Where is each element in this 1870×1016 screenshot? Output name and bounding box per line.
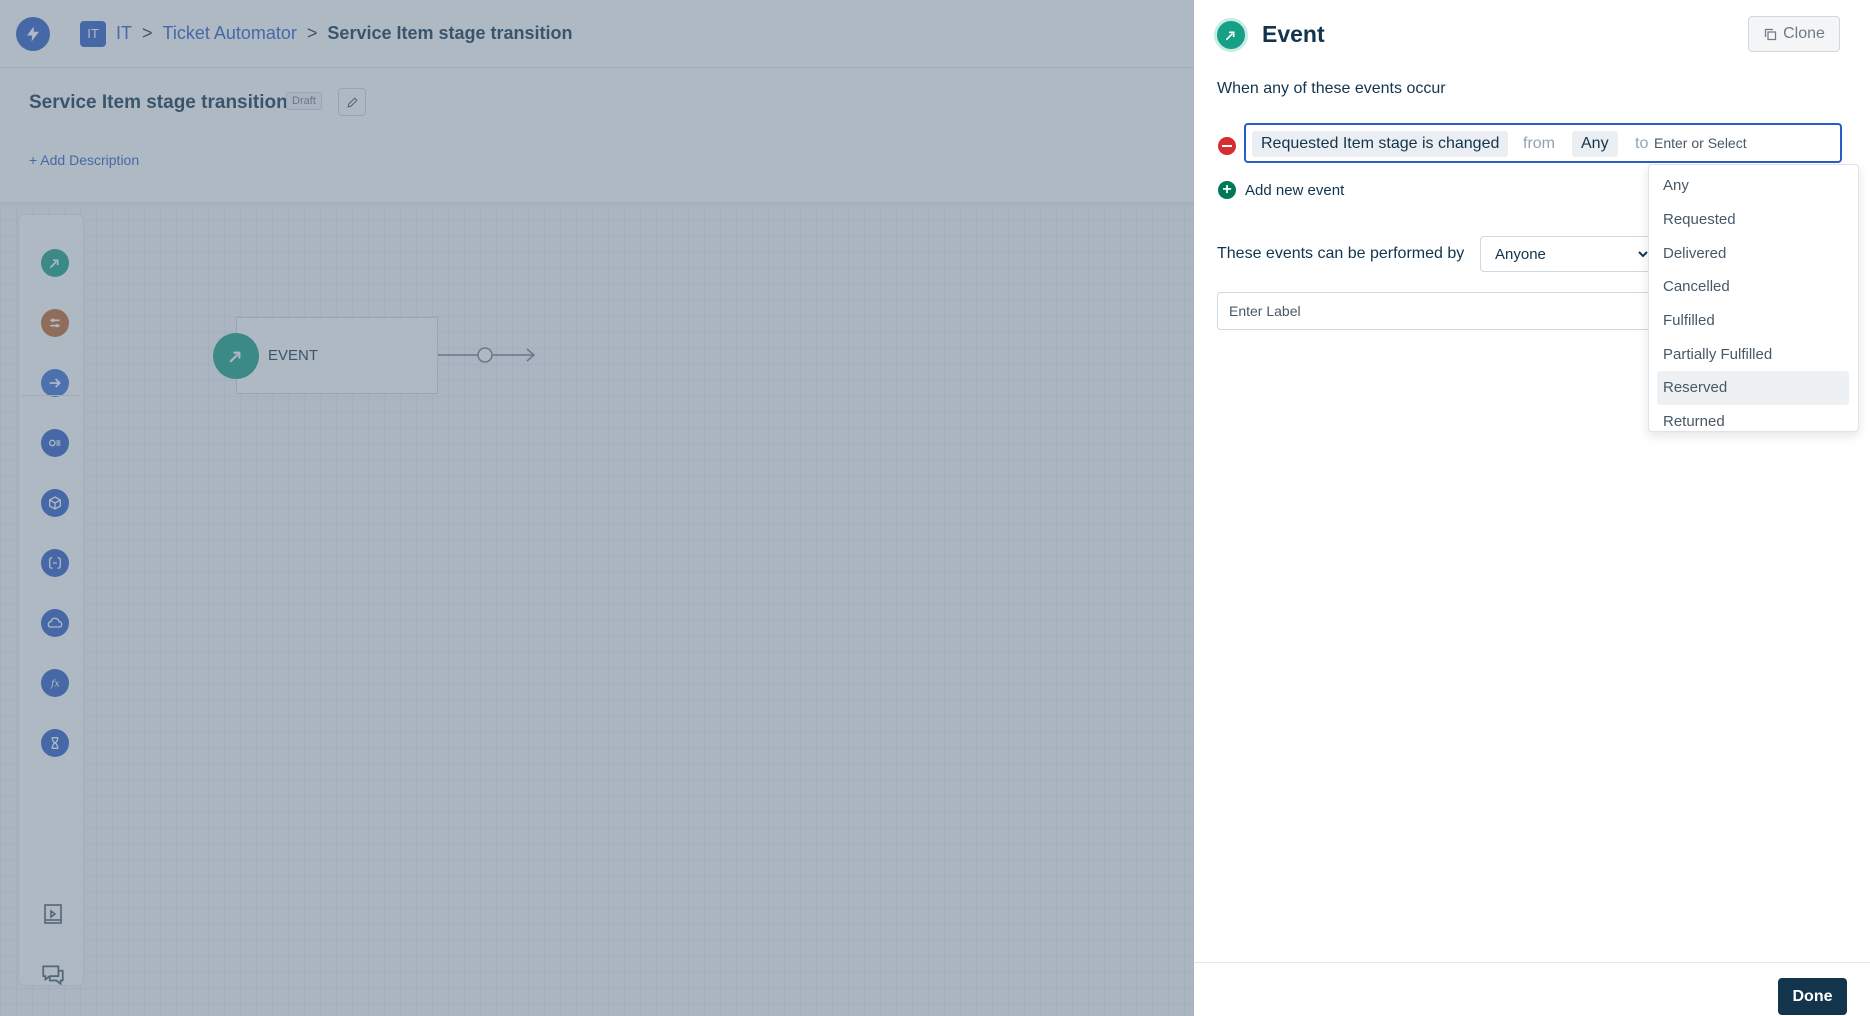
dropdown-option-reserved[interactable]: Reserved [1657, 371, 1849, 405]
workflow-editor: IT IT > Ticket Automator > Service Item … [0, 0, 1194, 1016]
toolbox-divider [22, 395, 80, 396]
done-button[interactable]: Done [1778, 978, 1847, 1015]
dropdown-option-requested[interactable]: Requested [1657, 203, 1849, 237]
dropdown-option-fulfilled[interactable]: Fulfilled [1657, 304, 1849, 338]
panel-event-icon [1214, 18, 1248, 52]
from-value-chip[interactable]: Any [1572, 131, 1618, 157]
app-logo[interactable] [16, 16, 50, 51]
breadcrumb-current: Service Item stage transition [327, 23, 573, 43]
event-icon [49, 259, 59, 269]
workspace-badge: IT [80, 20, 106, 47]
workflow-canvas[interactable] [0, 204, 1194, 1016]
chat-icon [42, 965, 64, 986]
webhook-icon [47, 617, 63, 628]
breadcrumb-workspace[interactable]: IT [116, 23, 132, 44]
webhook-node-tool[interactable] [41, 609, 69, 637]
add-description-link[interactable]: + Add Description [29, 152, 139, 168]
breadcrumb-separator: > [306, 23, 318, 43]
expression-icon [49, 557, 61, 569]
plus-circle-icon: + [1218, 181, 1236, 199]
bolt-icon [27, 26, 39, 41]
event-node-tool[interactable] [41, 249, 69, 277]
app-node-tool[interactable] [41, 489, 69, 517]
panel-footer [1194, 962, 1870, 1016]
panel-title: Event [1262, 21, 1325, 47]
event-node-icon [213, 333, 259, 379]
breadcrumb-automator[interactable]: Ticket Automator [163, 23, 297, 44]
workflow-header: Service Item stage transition Draft + Ad… [0, 68, 1194, 203]
node-connector[interactable] [438, 342, 538, 368]
query-node-tool[interactable] [41, 429, 69, 457]
edit-title-button[interactable] [338, 88, 366, 116]
from-label: from [1523, 135, 1555, 152]
condition-node-tool[interactable] [41, 309, 69, 337]
expression-node-tool[interactable] [41, 549, 69, 577]
function-icon: fx [50, 678, 60, 689]
workflow-title: Service Item stage transition [29, 92, 288, 113]
pencil-icon [346, 96, 358, 108]
to-stage-input[interactable] [1654, 130, 1834, 156]
node-toolbox: fx [18, 214, 84, 986]
dropdown-option-any[interactable]: Any [1657, 169, 1849, 203]
performed-by-label: These events can be performed by [1217, 245, 1465, 262]
app-icon [49, 496, 61, 510]
event-icon [229, 351, 241, 363]
timer-node-tool[interactable] [41, 729, 69, 757]
condition-icon [50, 318, 60, 328]
clone-button[interactable]: Clone [1748, 16, 1840, 52]
clone-label: Clone [1783, 25, 1825, 42]
status-badge: Draft [286, 92, 322, 110]
logs-button[interactable] [39, 900, 67, 928]
dropdown-option-cancelled[interactable]: Cancelled [1657, 270, 1849, 304]
svg-text:fx: fx [50, 678, 60, 689]
minus-icon [1222, 144, 1232, 148]
copy-icon [1764, 28, 1777, 40]
timer-icon [51, 737, 59, 749]
event-row: Requested Item stage is changed from Any… [1244, 123, 1842, 163]
event-name-chip[interactable]: Requested Item stage is changed [1252, 131, 1509, 157]
dropdown-option-returned[interactable]: Returned [1657, 405, 1849, 439]
performed-by-select[interactable]: Anyone [1480, 236, 1652, 272]
events-heading: When any of these events occur [1217, 80, 1446, 97]
top-bar: IT IT > Ticket Automator > Service Item … [0, 0, 1194, 68]
query-icon [49, 439, 61, 447]
function-node-tool[interactable]: fx [41, 669, 69, 697]
add-event-label: Add new event [1245, 181, 1345, 199]
event-node-label: EVENT [268, 347, 319, 364]
stage-dropdown-menu: Any Requested Delivered Cancelled Fulfil… [1648, 164, 1859, 432]
event-node[interactable] [236, 317, 438, 394]
dropdown-option-partially-fulfilled[interactable]: Partially Fulfilled [1657, 337, 1849, 371]
action-icon [49, 378, 61, 388]
event-config-panel: Event Clone When any of these events occ… [1194, 0, 1870, 1016]
chat-button[interactable] [39, 960, 67, 988]
logs-icon [44, 904, 62, 924]
remove-event-button[interactable] [1218, 137, 1236, 155]
add-new-event-button[interactable]: + Add new event [1218, 181, 1344, 199]
breadcrumb-separator: > [142, 23, 153, 43]
event-icon [1225, 31, 1235, 41]
dropdown-option-delivered[interactable]: Delivered [1657, 236, 1849, 270]
to-label: to [1635, 135, 1649, 152]
action-node-tool[interactable] [41, 369, 69, 397]
